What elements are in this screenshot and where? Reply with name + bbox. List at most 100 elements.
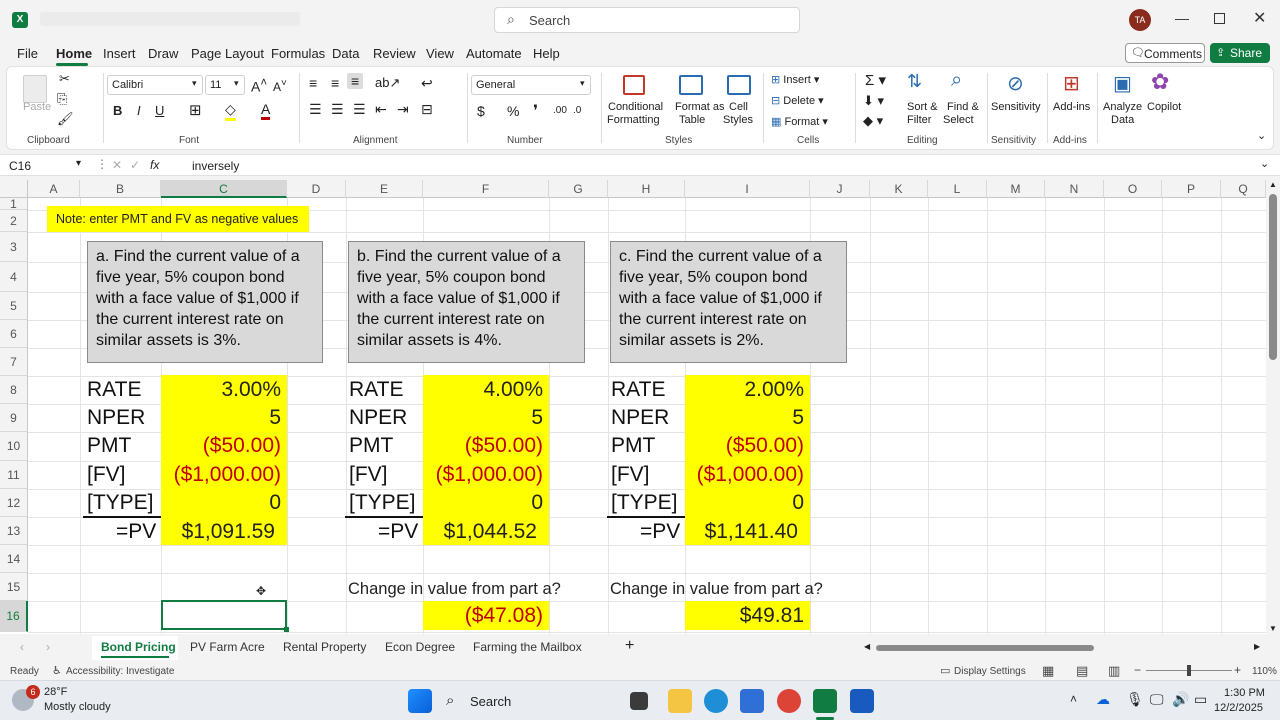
menu-review[interactable]: Review (373, 46, 416, 61)
hscroll-left-icon[interactable]: ◀ (864, 642, 870, 651)
problem-a-text[interactable]: a. Find the current value of a five year… (87, 241, 323, 363)
label-type-c[interactable]: [TYPE] (611, 491, 678, 515)
nper-c-value[interactable]: 5 (685, 406, 810, 430)
menu-formulas[interactable]: Formulas (271, 46, 325, 61)
type-b-value[interactable]: 0 (423, 491, 549, 515)
number-format-select[interactable]: General ▾ (471, 75, 591, 95)
column-header-i[interactable]: I (685, 180, 810, 198)
label-rate-c[interactable]: RATE (611, 378, 665, 402)
menu-insert[interactable]: Insert (103, 46, 136, 61)
row-header-5[interactable]: 5 (0, 292, 28, 320)
pmt-c-value[interactable]: ($50.00) (685, 434, 810, 458)
pmt-b-value[interactable]: ($50.00) (423, 434, 549, 458)
cell-styles-label-2[interactable]: Styles (723, 114, 753, 126)
edge-icon[interactable] (704, 689, 728, 713)
horizontal-scroll-thumb[interactable] (876, 645, 1094, 651)
italic-icon[interactable]: I (137, 103, 141, 118)
label-type-a[interactable]: [TYPE] (87, 491, 154, 515)
column-header-d[interactable]: D (287, 180, 346, 198)
delete-cells-button[interactable]: ⊟ Delete ▾ (771, 94, 824, 107)
nper-b-value[interactable]: 5 (423, 406, 549, 430)
column-header-l[interactable]: L (928, 180, 987, 198)
row-header-10[interactable]: 10 (0, 432, 28, 461)
row-header-8[interactable]: 8 (0, 376, 28, 404)
row-header-16[interactable]: 16 (0, 601, 28, 632)
format-painter-icon[interactable]: 🖌 (57, 111, 74, 127)
row-header-3[interactable]: 3 (0, 232, 28, 262)
collapse-ribbon-icon[interactable]: ⌄ (1257, 129, 1266, 142)
cut-icon[interactable]: ✂ (59, 71, 70, 87)
merge-center-icon[interactable]: ⊟ (421, 101, 433, 118)
column-header-f[interactable]: F (423, 180, 549, 198)
pv-a-value[interactable]: $1,091.59 (161, 520, 287, 544)
page-layout-view-icon[interactable]: ▤ (1076, 663, 1088, 679)
insert-function-icon[interactable]: fx (150, 158, 159, 172)
row-header-11[interactable]: 11 (0, 461, 28, 489)
column-header-e[interactable]: E (346, 180, 423, 198)
row-header-9[interactable]: 9 (0, 404, 28, 432)
column-header-k[interactable]: K (870, 180, 928, 198)
fill-handle[interactable] (284, 627, 289, 632)
sensitivity-icon[interactable]: ⊘ (1007, 71, 1024, 96)
word-taskbar-icon[interactable] (850, 689, 874, 713)
column-header-h[interactable]: H (608, 180, 685, 198)
page-break-view-icon[interactable]: ▥ (1108, 663, 1120, 679)
fv-b-value[interactable]: ($1,000.00) (423, 463, 549, 487)
spreadsheet-grid[interactable]: ABCDEFGHIJKLMNOPQ 1 2 3 4 5 6 7 8 9 10 11 12 13 14 15 1… (0, 180, 1266, 634)
rate-a-value[interactable]: 3.00% (161, 378, 287, 402)
label-nper-c[interactable]: NPER (611, 406, 669, 430)
pv-c-value[interactable]: $1,141.40 (685, 520, 810, 544)
store-icon[interactable] (740, 689, 764, 713)
battery-icon[interactable]: ▭ (1194, 691, 1207, 708)
analyze-data-icon[interactable]: ▣ (1113, 71, 1132, 96)
decrease-font-icon[interactable]: A˅ (273, 78, 287, 94)
menu-file[interactable]: File (17, 46, 38, 61)
currency-icon[interactable]: $ (477, 103, 485, 119)
fv-c-value[interactable]: ($1,000.00) (685, 463, 810, 487)
row-header-2[interactable]: 2 (0, 210, 28, 232)
copilot-icon[interactable]: ✿ (1151, 69, 1169, 95)
sort-filter-label-2[interactable]: Filter (907, 114, 931, 126)
label-pmt-b[interactable]: PMT (349, 434, 393, 458)
addins-button[interactable]: Add-ins (1053, 101, 1090, 113)
accessibility-status[interactable]: Accessibility: Investigate (66, 666, 174, 677)
clock-date[interactable]: 12/2/2025 (1214, 702, 1263, 714)
format-as-table-label-2[interactable]: Table (679, 114, 705, 126)
label-fv-b[interactable]: [FV] (349, 463, 388, 487)
windows-start-icon[interactable] (408, 689, 432, 713)
vertical-scrollbar[interactable]: ▲ ▼ (1266, 180, 1280, 634)
orientation-icon[interactable]: ab↗ (375, 75, 400, 91)
clear-icon[interactable]: ◆ ▾ (863, 113, 883, 129)
selected-cell-c16[interactable] (161, 600, 287, 630)
row-header-12[interactable]: 12 (0, 489, 28, 517)
fill-icon[interactable]: ⬇ ▾ (863, 93, 884, 109)
excel-taskbar-icon[interactable] (813, 689, 837, 713)
microphone-icon[interactable]: 🎙 (1126, 691, 1144, 708)
label-fv-a[interactable]: [FV] (87, 463, 126, 487)
nper-a-value[interactable]: 5 (161, 406, 287, 430)
analyze-data-button[interactable]: Analyze (1103, 101, 1142, 113)
copy-icon[interactable]: ⎘ (57, 91, 67, 107)
label-nper-b[interactable]: NPER (349, 406, 407, 430)
row-header-13[interactable]: 13 (0, 517, 28, 545)
column-header-o[interactable]: O (1104, 180, 1162, 198)
addins-icon[interactable]: ⊞ (1063, 71, 1080, 96)
volume-icon[interactable]: 🔊 (1172, 691, 1189, 708)
weather-temp[interactable]: 28°F (44, 686, 67, 698)
label-pmt-c[interactable]: PMT (611, 434, 655, 458)
weather-desc[interactable]: Mostly cloudy (44, 701, 111, 713)
display-settings-button[interactable]: Display Settings (954, 666, 1026, 677)
prev-sheet-icon[interactable]: ‹ (20, 640, 24, 654)
vertical-scroll-thumb[interactable] (1269, 194, 1277, 360)
cell-styles-icon[interactable] (727, 75, 751, 95)
sheet-tab-farming-the-mailbox[interactable]: Farming the Mailbox (473, 640, 582, 654)
row-header-7[interactable]: 7 (0, 348, 28, 376)
sheet-tab-rental-property[interactable]: Rental Property (283, 640, 366, 654)
align-top-icon[interactable]: ≡ (309, 75, 317, 91)
label-nper-a[interactable]: NPER (87, 406, 145, 430)
chevron-down-icon[interactable]: ▾ (76, 158, 81, 169)
formula-input[interactable]: inversely (192, 159, 239, 173)
rate-b-value[interactable]: 4.00% (423, 378, 549, 402)
insert-cells-button[interactable]: ⊞ Insert ▾ (771, 73, 819, 86)
column-header-j[interactable]: J (810, 180, 870, 198)
